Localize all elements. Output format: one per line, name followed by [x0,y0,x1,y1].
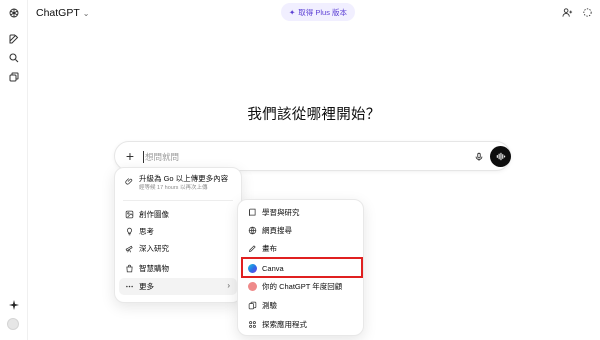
menu-item-deep-research[interactable]: 深入研究 [119,240,237,257]
more-submenu: 學習與研究 網頁搜尋 畫布 Canva 你的 ChatGPT 年度回顧 測驗 探… [237,199,364,336]
menu-item-create-image[interactable]: 創作圖像 [119,206,237,223]
menu-item-label: 測驗 [262,301,277,310]
attach-plus-button[interactable]: + [122,148,138,164]
openai-logo-icon[interactable] [6,5,22,21]
apps-grid-icon [247,320,257,330]
image-create-icon [124,210,134,220]
upload-icon [124,176,134,186]
sidebar-rail [0,0,28,340]
plus-star-icon: ✦ [289,7,296,17]
upgrade-title: 升級為 Go 以上傳更多內容 [139,174,229,183]
menu-item-think[interactable]: 思考 [119,223,237,240]
menu-item-canvas[interactable]: 畫布 [242,240,359,257]
menu-item-label: 你的 ChatGPT 年度回顧 [262,282,343,291]
menu-item-label: 學習與研究 [262,208,300,217]
menu-item-label: Canva [262,264,284,273]
page-title: 我們該從哪裡開始？ [247,107,381,123]
telescope-icon [124,244,134,254]
chevron-down-icon: ⌄ [82,9,90,18]
avatar[interactable] [7,318,19,330]
menu-item-label: 更多 [139,282,154,291]
shopping-bag-icon [124,264,134,274]
menu-item-label: 思考 [139,227,154,236]
menu-item-label: 創作圖像 [139,210,169,219]
globe-icon [247,226,257,236]
new-chat-icon[interactable] [6,31,22,47]
quiz-cards-icon [247,301,257,311]
search-icon[interactable] [6,50,22,66]
menu-item-label: 探索應用程式 [262,320,307,329]
temporary-chat-icon[interactable] [580,5,594,19]
text-caret [143,151,144,163]
menu-item-label: 深入研究 [139,244,169,253]
sparkle-icon[interactable] [6,297,22,313]
get-plus-label: 取得 Plus 版本 [298,7,348,17]
mic-icon[interactable] [471,149,487,165]
menu-item-canva[interactable]: Canva [242,260,359,277]
menu-item-more[interactable]: 更多 › [119,278,237,295]
chevron-right-icon: › [227,281,230,290]
menu-item-label: 智慧購物 [139,264,169,273]
get-plus-button[interactable]: ✦ 取得 Plus 版本 [281,3,356,21]
canva-logo-icon [247,264,257,274]
menu-item-explore-apps[interactable]: 探索應用程式 [242,316,359,333]
menu-item-quiz[interactable]: 測驗 [242,297,359,314]
library-icon[interactable] [6,69,22,85]
year-recap-icon [247,282,257,292]
upgrade-upload-item[interactable]: 升級為 Go 以上傳更多內容 經等候 17 hours 以再次上傳 [119,173,237,195]
more-dots-icon [124,282,134,292]
menu-item-label: 網頁搜尋 [262,226,292,235]
prompt-input[interactable] [145,149,445,165]
canvas-pen-icon [247,244,257,254]
model-switcher[interactable]: ChatGPT ⌄ [36,4,89,22]
menu-item-year-recap[interactable]: 你的 ChatGPT 年度回顧 [242,278,359,295]
menu-item-smart-shopping[interactable]: 智慧購物 [119,260,237,277]
add-user-icon[interactable] [560,5,574,19]
menu-divider [123,200,233,201]
book-icon [247,208,257,218]
menu-item-web-search[interactable]: 網頁搜尋 [242,222,359,239]
menu-item-label: 畫布 [262,244,277,253]
voice-mode-button[interactable] [490,146,511,167]
lightbulb-icon [124,227,134,237]
upgrade-subtitle: 經等候 17 hours 以再次上傳 [139,185,208,191]
attach-menu: 升級為 Go 以上傳更多內容 經等候 17 hours 以再次上傳 創作圖像 思… [114,167,242,303]
model-name: ChatGPT [36,7,80,19]
menu-item-study[interactable]: 學習與研究 [242,204,359,221]
